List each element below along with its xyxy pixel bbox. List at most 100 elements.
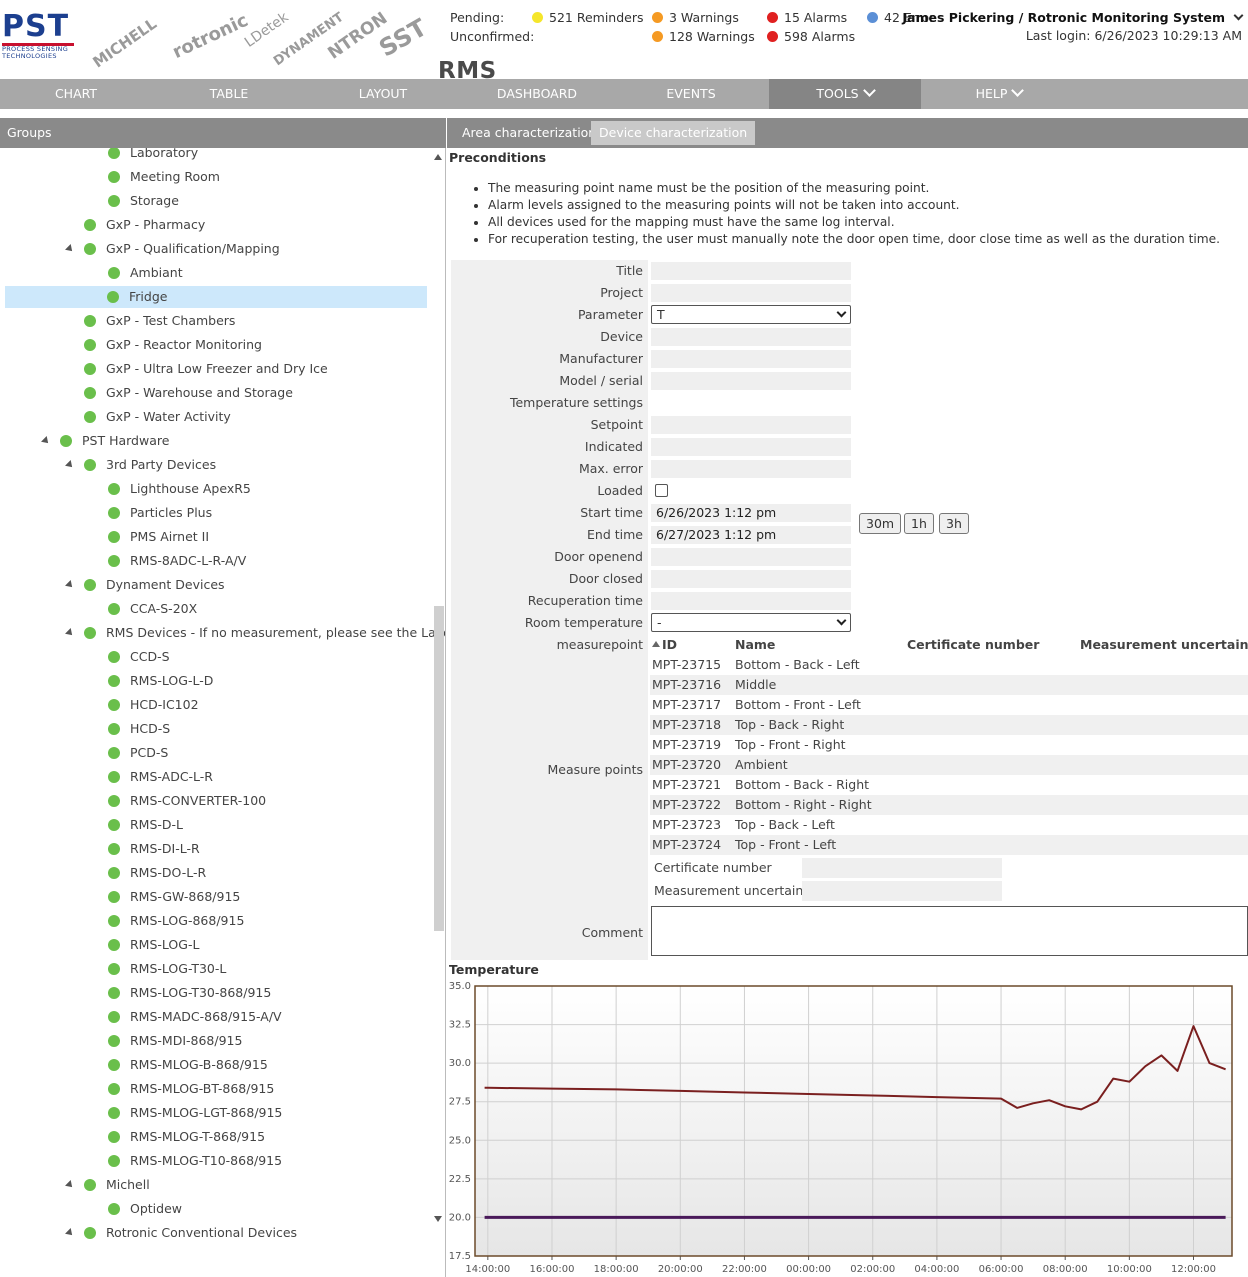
nav-help[interactable]: HELP <box>923 79 1075 109</box>
nav-tools[interactable]: TOOLS <box>769 79 921 109</box>
parameter-select[interactable]: T <box>651 305 851 324</box>
scroll-down-icon[interactable] <box>434 1216 442 1222</box>
pending-alarms[interactable]: 15 Alarms <box>767 10 847 25</box>
table-row[interactable]: MPT-23722 Bottom - Right - Right <box>650 795 1248 815</box>
tree-item[interactable]: PCD-S <box>108 742 168 764</box>
expand-toggle-icon[interactable] <box>65 628 75 638</box>
tree-item[interactable]: RMS-MLOG-B-868/915 <box>108 1054 268 1076</box>
unconfirmed-warnings[interactable]: 128 Warnings <box>652 29 755 44</box>
nav-chart[interactable]: CHART <box>0 79 152 109</box>
tree-item[interactable]: Ambiant <box>108 262 183 284</box>
tree-item[interactable]: Storage <box>108 190 179 212</box>
table-row[interactable]: MPT-23720 Ambient <box>650 755 1248 775</box>
user-box[interactable]: James Pickering / Rotronic Monitoring Sy… <box>902 10 1244 43</box>
expand-toggle-icon[interactable] <box>41 436 51 446</box>
tree-item[interactable]: RMS-GW-868/915 <box>108 886 240 908</box>
table-row[interactable]: MPT-23716 Middle <box>650 675 1248 695</box>
tree-item[interactable]: HCD-S <box>108 718 170 740</box>
tree-item[interactable]: PST Hardware <box>60 430 169 452</box>
column-header-id[interactable]: ID <box>652 635 677 655</box>
tree-item[interactable]: RMS-ADC-L-R <box>108 766 213 788</box>
tree-item[interactable]: GxP - Warehouse and Storage <box>84 382 293 404</box>
tree-item[interactable]: RMS-LOG-L-D <box>108 670 213 692</box>
tree-item[interactable]: RMS-LOG-L <box>108 934 199 956</box>
indicated-field[interactable] <box>651 438 851 456</box>
nav-events[interactable]: EVENTS <box>615 79 767 109</box>
expand-toggle-icon[interactable] <box>65 1228 75 1238</box>
nav-table[interactable]: TABLE <box>153 79 305 109</box>
room-temp-select[interactable]: - <box>651 613 851 632</box>
table-row[interactable]: MPT-23715 Bottom - Back - Left <box>650 655 1248 675</box>
tree-item[interactable]: Lighthouse ApexR5 <box>108 478 251 500</box>
end-time-field[interactable]: 6/27/2023 1:12 pm <box>651 526 851 544</box>
door-closed-field[interactable] <box>651 570 851 588</box>
tree-item[interactable]: Laboratory <box>108 148 198 164</box>
tree-item[interactable]: CCD-S <box>108 646 170 668</box>
tree-item[interactable]: Particles Plus <box>108 502 212 524</box>
column-header-uncertainty[interactable]: Measurement uncertainty <box>1080 635 1248 655</box>
tree-item[interactable]: GxP - Test Chambers <box>84 310 235 332</box>
tree-item[interactable]: RMS Devices - If no measurement, please … <box>84 622 445 644</box>
column-header-name[interactable]: Name <box>735 635 775 655</box>
tree-item[interactable]: RMS-DI-L-R <box>108 838 200 860</box>
expand-toggle-icon[interactable] <box>65 460 75 470</box>
max-error-field[interactable] <box>651 460 851 478</box>
setpoint-field[interactable] <box>651 416 851 434</box>
tree-item[interactable]: RMS-D-L <box>108 814 183 836</box>
tree-item[interactable]: RMS-MDI-868/915 <box>108 1030 242 1052</box>
tree-item[interactable]: HCD-IC102 <box>108 694 199 716</box>
loaded-checkbox[interactable] <box>655 484 668 497</box>
tree-item[interactable]: RMS-LOG-T30-868/915 <box>108 982 271 1004</box>
tree-item[interactable]: Optidew <box>108 1198 182 1220</box>
duration-3h-button[interactable]: 3h <box>939 513 969 534</box>
tree-item[interactable]: RMS-MADC-868/915-A/V <box>108 1006 282 1028</box>
tree-item[interactable]: GxP - Qualification/Mapping <box>84 238 280 260</box>
expand-toggle-icon[interactable] <box>65 580 75 590</box>
scroll-up-icon[interactable] <box>434 154 442 160</box>
tree-item[interactable]: PMS Airnet II <box>108 526 209 548</box>
tree-item[interactable]: GxP - Reactor Monitoring <box>84 334 262 356</box>
temperature-chart[interactable]: 35.0 32.5 30.0 27.5 25.0 22.5 20.0 17.5 14:00:00… <box>447 978 1247 1277</box>
model-serial-field[interactable] <box>651 372 851 390</box>
unconfirmed-alarms[interactable]: 598 Alarms <box>767 29 855 44</box>
tree-item[interactable]: RMS-LOG-T30-L <box>108 958 226 980</box>
table-row[interactable]: MPT-23719 Top - Front - Right <box>650 735 1248 755</box>
pending-reminders[interactable]: 521 Reminders <box>532 10 644 25</box>
groups-scrollbar[interactable] <box>430 148 445 1277</box>
tree-item[interactable]: RMS-CONVERTER-100 <box>108 790 266 812</box>
duration-1h-button[interactable]: 1h <box>904 513 934 534</box>
device-field[interactable] <box>651 328 851 346</box>
comment-textarea[interactable] <box>651 906 1248 956</box>
tab-device-characterization[interactable]: Device characterization <box>591 121 756 145</box>
tree-item[interactable]: RMS-MLOG-BT-868/915 <box>108 1078 274 1100</box>
tree-item[interactable]: Meeting Room <box>108 166 220 188</box>
tree-item[interactable]: CCA-S-20X <box>108 598 197 620</box>
tree-item[interactable]: RMS-8ADC-L-R-A/V <box>108 550 246 572</box>
title-field[interactable] <box>651 262 851 280</box>
scroll-thumb[interactable] <box>434 606 444 931</box>
tree-item[interactable]: RMS-LOG-868/915 <box>108 910 244 932</box>
tree-item[interactable]: 3rd Party Devices <box>84 454 216 476</box>
table-row[interactable]: MPT-23724 Top - Front - Left <box>650 835 1248 855</box>
measurement-uncertainty-field[interactable] <box>802 881 1002 901</box>
recuperation-time-field[interactable] <box>651 592 851 610</box>
start-time-field[interactable]: 6/26/2023 1:12 pm <box>651 504 851 522</box>
certificate-number-field[interactable] <box>802 858 1002 878</box>
manufacturer-field[interactable] <box>651 350 851 368</box>
tree-item[interactable]: Fridge <box>5 286 427 308</box>
door-opened-field[interactable] <box>651 548 851 566</box>
pst-logo[interactable]: PST PROCESS SENSING TECHNOLOGIES <box>2 12 76 60</box>
tree-item[interactable]: Rotronic Conventional Devices <box>84 1222 297 1244</box>
tree-item[interactable]: RMS-MLOG-LGT-868/915 <box>108 1102 282 1124</box>
chevron-down-icon[interactable] <box>1233 10 1244 21</box>
tree-item[interactable]: Dynament Devices <box>84 574 225 596</box>
tab-area-characterization[interactable]: Area characterization <box>454 121 604 145</box>
column-header-certificate[interactable]: Certificate number <box>907 635 1039 655</box>
tree-item[interactable]: GxP - Ultra Low Freezer and Dry Ice <box>84 358 328 380</box>
project-field[interactable] <box>651 284 851 302</box>
tree-item[interactable]: RMS-DO-L-R <box>108 862 206 884</box>
tree-item[interactable]: Michell <box>84 1174 150 1196</box>
expand-toggle-icon[interactable] <box>65 244 75 254</box>
tree-item[interactable]: GxP - Water Activity <box>84 406 231 428</box>
tree-item[interactable]: RMS-MLOG-T-868/915 <box>108 1126 265 1148</box>
